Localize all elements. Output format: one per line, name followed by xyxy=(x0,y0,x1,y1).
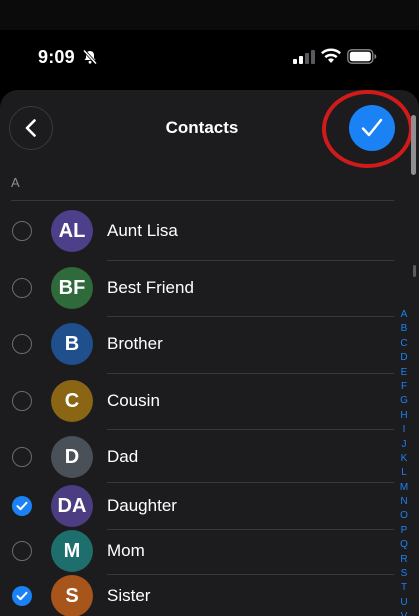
contacts-sheet: Contacts A AL Aunt Lisa BF Best Friend B Brot… xyxy=(0,90,419,616)
avatar: C xyxy=(51,380,93,422)
index-letter[interactable]: S xyxy=(396,567,412,581)
scrollbar-indicator xyxy=(413,265,416,277)
index-letter[interactable]: H xyxy=(396,409,412,423)
done-button[interactable] xyxy=(349,105,395,151)
contact-row[interactable]: B Brother xyxy=(0,320,400,368)
contact-name: Dad xyxy=(107,447,139,466)
radio-unchecked-icon[interactable] xyxy=(12,391,32,411)
section-header: A xyxy=(11,175,20,190)
index-letter[interactable]: Q xyxy=(396,538,412,552)
alphabet-index[interactable]: ABCDEFGHIJKLMNOPQRSTUV xyxy=(396,308,412,616)
cellular-signal-icon xyxy=(293,50,315,64)
battery-icon xyxy=(347,49,377,64)
contact-name: Daughter xyxy=(107,496,177,515)
top-strip xyxy=(0,0,419,30)
contact-row[interactable]: C Cousin xyxy=(0,377,400,425)
contact-name: Cousin xyxy=(107,391,160,410)
contact-name: Best Friend xyxy=(107,278,194,297)
checkmark-icon xyxy=(361,118,383,137)
index-letter[interactable]: K xyxy=(396,452,412,466)
contact-row[interactable]: DA Daughter xyxy=(0,482,400,530)
index-letter[interactable]: M xyxy=(396,481,412,495)
contact-name: Brother xyxy=(107,334,163,353)
index-letter[interactable]: O xyxy=(396,509,412,523)
check-icon xyxy=(16,591,28,601)
contact-name: Sister xyxy=(107,586,151,605)
avatar: M xyxy=(51,530,93,572)
row-divider xyxy=(107,429,394,430)
index-letter[interactable]: D xyxy=(396,351,412,365)
index-letter[interactable]: J xyxy=(396,438,412,452)
avatar: BF xyxy=(51,267,93,309)
index-letter[interactable]: U xyxy=(396,596,412,610)
index-letter[interactable]: B xyxy=(396,322,412,336)
section-divider xyxy=(11,200,394,201)
avatar: DA xyxy=(51,485,93,527)
contact-row[interactable]: S Sister xyxy=(0,572,400,616)
index-letter[interactable]: T xyxy=(396,581,412,595)
index-letter[interactable]: C xyxy=(396,337,412,351)
index-letter[interactable]: G xyxy=(396,394,412,408)
radio-unchecked-icon[interactable] xyxy=(12,221,32,241)
contact-row[interactable]: AL Aunt Lisa xyxy=(0,207,400,255)
radio-unchecked-icon[interactable] xyxy=(12,334,32,354)
status-bar: 9:09 xyxy=(0,0,419,90)
index-letter[interactable]: P xyxy=(396,524,412,538)
row-divider xyxy=(107,316,394,317)
index-letter[interactable]: R xyxy=(396,553,412,567)
scrollbar-thumb[interactable] xyxy=(411,115,416,175)
contact-row[interactable]: D Dad xyxy=(0,433,400,481)
index-letter[interactable]: L xyxy=(396,466,412,480)
index-letter[interactable]: F xyxy=(396,380,412,394)
avatar: D xyxy=(51,436,93,478)
contact-name: Aunt Lisa xyxy=(107,221,178,240)
index-letter[interactable]: N xyxy=(396,495,412,509)
radio-checked-icon[interactable] xyxy=(12,586,32,606)
index-letter[interactable]: V xyxy=(396,610,412,616)
index-letter[interactable]: E xyxy=(396,366,412,380)
avatar: AL xyxy=(51,210,93,252)
radio-checked-icon[interactable] xyxy=(12,496,32,516)
silent-bell-icon xyxy=(82,49,98,65)
row-divider xyxy=(107,373,394,374)
contact-row[interactable]: BF Best Friend xyxy=(0,264,400,312)
status-time: 9:09 xyxy=(38,47,75,67)
index-letter[interactable]: I xyxy=(396,423,412,437)
avatar: S xyxy=(51,575,93,616)
index-letter[interactable]: A xyxy=(396,308,412,322)
contact-name: Mom xyxy=(107,541,145,560)
radio-unchecked-icon[interactable] xyxy=(12,541,32,561)
row-divider xyxy=(107,260,394,261)
wifi-icon xyxy=(321,48,341,63)
check-icon xyxy=(16,501,28,511)
radio-unchecked-icon[interactable] xyxy=(12,278,32,298)
avatar: B xyxy=(51,323,93,365)
contact-row[interactable]: M Mom xyxy=(0,527,400,575)
radio-unchecked-icon[interactable] xyxy=(12,447,32,467)
